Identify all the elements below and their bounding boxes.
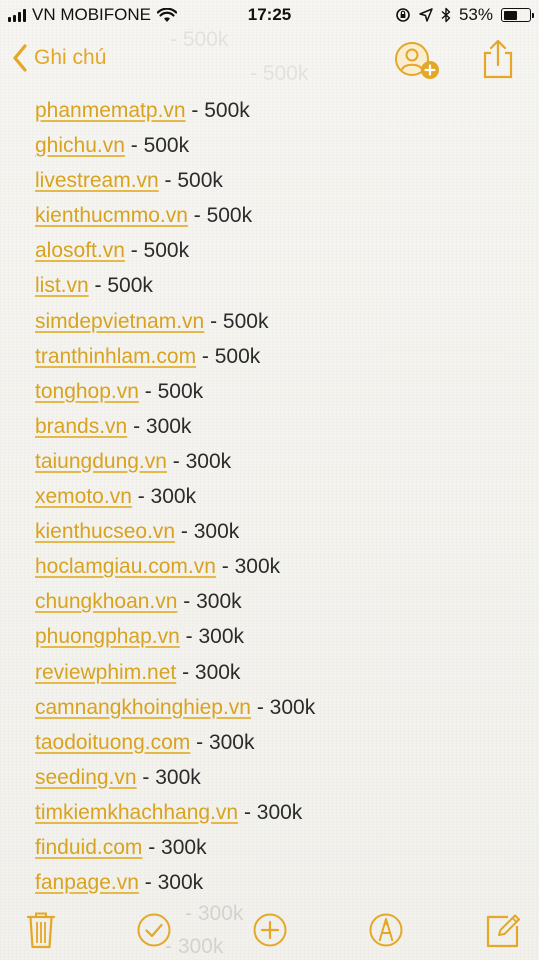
price-text: - 500k	[124, 134, 190, 158]
note-line: brands.vn - 300k	[35, 409, 529, 444]
back-button[interactable]: Ghi chú	[12, 44, 106, 72]
note-body[interactable]: phanmematp.vn - 500k ghichu.vn - 500k live…	[35, 93, 529, 900]
add-person-button[interactable]	[392, 40, 442, 82]
domain-link[interactable]: kienthucseo.vn	[35, 520, 175, 543]
location-icon	[419, 8, 433, 22]
domain-link[interactable]: ghichu.vn	[35, 134, 125, 157]
trash-icon	[26, 912, 56, 949]
note-line: hoclamgiau.com.vn - 300k	[35, 549, 529, 584]
note-line: reviewphim.net - 300k	[35, 655, 529, 690]
navigation-bar: Ghi chú	[0, 34, 539, 86]
battery-level	[503, 10, 517, 20]
compose-icon	[486, 914, 520, 948]
domain-link[interactable]: tranthinhlam.com	[35, 345, 196, 368]
orientation-lock-icon	[396, 8, 410, 22]
price-text: - 300k	[138, 871, 204, 895]
status-right: 53%	[395, 5, 534, 25]
domain-link[interactable]: phuongphap.vn	[35, 625, 180, 648]
note-line: tonghop.vn - 500k	[35, 374, 529, 409]
domain-link[interactable]: livestream.vn	[35, 169, 159, 192]
price-text: - 500k	[124, 239, 190, 263]
share-icon	[483, 39, 513, 79]
note-line: fanpage.vn - 300k	[35, 865, 529, 900]
domain-link[interactable]: camnangkhoinghiep.vn	[35, 696, 251, 719]
note-line: seeding.vn - 300k	[35, 760, 529, 795]
domain-link[interactable]: alosoft.vn	[35, 239, 125, 262]
bottom-toolbar	[0, 902, 539, 960]
price-text: - 300k	[251, 695, 316, 719]
back-label: Ghi chú	[34, 46, 107, 69]
note-line: alosoft.vn - 500k	[35, 233, 529, 268]
price-text: - 300k	[136, 765, 201, 789]
note-line: chungkhoan.vn - 300k	[35, 584, 529, 619]
domain-link[interactable]: simdepvietnam.vn	[35, 310, 204, 333]
note-line: ghichu.vn - 500k	[35, 128, 529, 163]
note-line: livestream.vn - 500k	[35, 163, 529, 198]
price-text: - 300k	[190, 730, 255, 754]
price-text: - 300k	[166, 449, 232, 473]
domain-link[interactable]: phanmematp.vn	[35, 99, 186, 122]
status-bar: VN MOBIFONE 17:25 53%	[0, 0, 539, 32]
note-line: xemoto.vn - 300k	[35, 479, 529, 514]
note-line: simdepvietnam.vn - 500k	[35, 304, 529, 339]
domain-link[interactable]: finduid.com	[35, 836, 142, 859]
note-line: taodoituong.com - 300k	[35, 725, 529, 760]
bluetooth-icon	[441, 7, 451, 23]
add-icon	[253, 913, 287, 947]
price-text: - 300k	[175, 520, 240, 544]
price-text: - 500k	[185, 99, 250, 122]
price-text: - 500k	[158, 169, 223, 193]
battery-icon	[501, 8, 534, 22]
domain-link[interactable]: chungkhoan.vn	[35, 590, 177, 613]
price-text: - 500k	[187, 204, 253, 228]
note-line: camnangkhoinghiep.vn - 300k	[35, 690, 529, 725]
price-text: - 500k	[196, 344, 261, 368]
note-line: timkiemkhachhang.vn - 300k	[35, 795, 529, 830]
compose-button[interactable]	[484, 910, 522, 950]
domain-link[interactable]: fanpage.vn	[35, 871, 139, 894]
price-text: - 300k	[238, 800, 303, 824]
checklist-icon	[137, 913, 171, 947]
battery-percent: 53%	[458, 5, 493, 24]
price-text: - 500k	[138, 379, 204, 403]
markup-icon	[369, 913, 403, 947]
price-text: - 300k	[131, 485, 197, 509]
note-line: kienthucseo.vn - 300k	[35, 514, 529, 549]
price-text: - 300k	[142, 835, 207, 859]
price-text: - 300k	[179, 625, 245, 649]
domain-link[interactable]: brands.vn	[35, 415, 127, 438]
price-text: - 300k	[127, 414, 192, 438]
domain-link[interactable]: xemoto.vn	[35, 485, 132, 508]
domain-link[interactable]: hoclamgiau.com.vn	[35, 555, 216, 578]
domain-link[interactable]: list.vn	[35, 274, 89, 297]
domain-link[interactable]: taiungdung.vn	[35, 450, 167, 473]
note-line: tranthinhlam.com - 500k	[35, 339, 529, 374]
checklist-button[interactable]	[135, 910, 173, 950]
price-text: - 500k	[88, 274, 153, 298]
add-person-icon	[395, 42, 439, 79]
domain-link[interactable]: taodoituong.com	[35, 731, 190, 754]
domain-link[interactable]: kienthucmmo.vn	[35, 204, 188, 227]
domain-link[interactable]: reviewphim.net	[35, 661, 176, 684]
domain-link[interactable]: tonghop.vn	[35, 380, 139, 403]
delete-button[interactable]	[22, 910, 60, 950]
note-line: phanmematp.vn - 500k	[35, 93, 529, 128]
add-button[interactable]	[251, 910, 289, 950]
share-button[interactable]	[480, 38, 516, 80]
price-text: - 300k	[215, 555, 281, 579]
note-line: list.vn - 500k	[35, 268, 529, 303]
note-line: finduid.com - 300k	[35, 830, 529, 865]
domain-link[interactable]: timkiemkhachhang.vn	[35, 801, 238, 824]
chevron-left-icon	[13, 44, 27, 72]
note-line: phuongphap.vn - 300k	[35, 619, 529, 654]
note-line: taiungdung.vn - 300k	[35, 444, 529, 479]
price-text: - 500k	[204, 309, 269, 333]
domain-link[interactable]: seeding.vn	[35, 766, 137, 789]
price-text: - 300k	[177, 590, 242, 614]
price-text: - 300k	[176, 660, 241, 684]
markup-button[interactable]	[367, 910, 405, 950]
note-line: kienthucmmo.vn - 500k	[35, 198, 529, 233]
